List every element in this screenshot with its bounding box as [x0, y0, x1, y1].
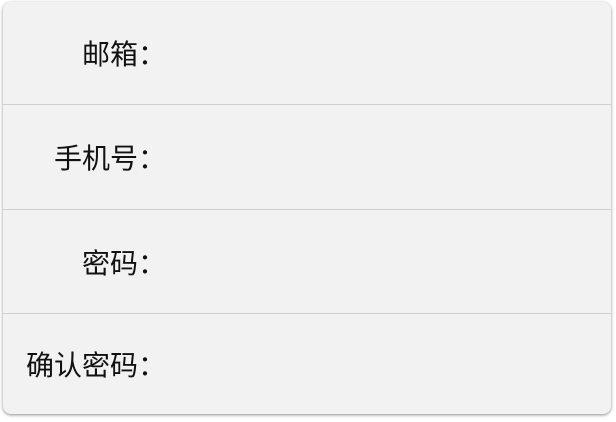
form-row-password: 密码： [3, 210, 611, 314]
email-field[interactable] [166, 23, 599, 83]
confirm-password-field[interactable] [166, 334, 599, 394]
confirm-password-label: 确认密码： [25, 349, 166, 382]
form-row-phone: 手机号： [3, 105, 611, 210]
form-row-confirm-password: 确认密码： [3, 314, 611, 414]
form-row-email: 邮箱： [3, 2, 611, 105]
registration-form: 邮箱： 手机号： 密码： 确认密码： [3, 2, 611, 414]
phone-field[interactable] [166, 127, 599, 187]
password-field[interactable] [166, 231, 599, 292]
email-label: 邮箱： [81, 38, 166, 71]
phone-label: 手机号： [53, 142, 166, 175]
password-label: 密码： [81, 246, 166, 280]
